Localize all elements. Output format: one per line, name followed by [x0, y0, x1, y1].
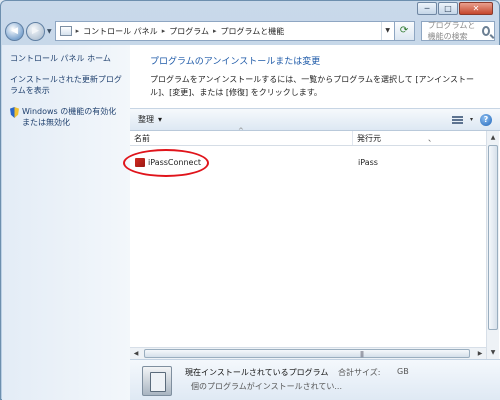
- address-bar[interactable]: ▸ コントロール パネル ▸ プログラム ▸ プログラムと機能 ▼: [54, 21, 395, 41]
- column-header-label: 発行元: [357, 134, 381, 143]
- view-options-icon[interactable]: [451, 115, 463, 124]
- breadcrumb-control-panel[interactable]: コントロール パネル: [83, 26, 158, 37]
- breadcrumb-separator-icon[interactable]: ▸: [162, 27, 166, 35]
- view-dropdown-icon[interactable]: ▾: [470, 116, 473, 123]
- highlight-annotation: [123, 149, 209, 177]
- window: ─ □ ✕ ◀ ▶ ▼ ▸ コントロール パネル ▸ プログラム ▸ プログラム…: [0, 0, 500, 400]
- chevron-down-icon: ▾: [158, 115, 163, 124]
- breadcrumb-separator-icon[interactable]: ▸: [76, 27, 80, 35]
- scroll-down-icon[interactable]: ▼: [487, 346, 499, 359]
- help-icon[interactable]: ?: [480, 113, 492, 126]
- command-bar: 整理 ▾ ▾ ?: [130, 108, 500, 131]
- breadcrumb-programs-and-features[interactable]: プログラムと機能: [220, 26, 284, 37]
- column-header-label: 名前: [134, 134, 150, 143]
- installer-icon: [142, 366, 172, 396]
- breadcrumb-separator-icon[interactable]: ▸: [213, 27, 217, 35]
- sidebar-item-label[interactable]: Windows の機能の有効化または無効化: [22, 106, 124, 128]
- control-panel-icon: [59, 26, 72, 36]
- forward-arrow-icon: ▶: [32, 26, 39, 36]
- scroll-up-icon[interactable]: ▲: [487, 131, 499, 144]
- horizontal-scrollbar[interactable]: ◀ ||| ▶: [130, 347, 486, 359]
- refresh-icon: ⟳: [399, 25, 409, 36]
- main-content: プログラムのアンインストールまたは変更 プログラムをアンインストールするには、一…: [123, 45, 500, 400]
- details-pane: 現在インストールされているプログラム 合計サイズ: GB 個のプログラムがインス…: [130, 359, 500, 400]
- refresh-button[interactable]: ⟳: [394, 21, 415, 41]
- details-program-count: 個のプログラムがインストールされてい...: [191, 382, 342, 391]
- sidebar-item-windows-features[interactable]: Windows の機能の有効化または無効化: [10, 106, 124, 138]
- search-icon[interactable]: [482, 26, 490, 36]
- details-title: 現在インストールされているプログラム: [185, 368, 329, 377]
- list-header: ^ 名前 発行元 、: [130, 127, 486, 146]
- details-size-label: 合計サイズ:: [338, 368, 381, 377]
- navigation-bar: ◀ ▶ ▼ ▸ コントロール パネル ▸ プログラム ▸ プログラムと機能 ▼ …: [5, 18, 495, 44]
- scroll-left-icon[interactable]: ◀: [130, 348, 142, 359]
- column-header-publisher[interactable]: 発行元 、: [353, 131, 486, 145]
- sidebar-item-control-panel-home[interactable]: コントロール パネル ホーム: [10, 53, 124, 64]
- window-controls: ─ □ ✕: [417, 2, 493, 15]
- maximize-button[interactable]: □: [438, 2, 458, 15]
- page-description: プログラムをアンインストールするには、一覧からプログラムを選択して [アンインス…: [150, 75, 474, 97]
- horizontal-scroll-thumb[interactable]: |||: [144, 349, 470, 358]
- sidebar: コントロール パネル ホーム インストールされた更新プログラムを表示 Windo…: [2, 45, 130, 400]
- details-size-unit: GB: [397, 367, 409, 376]
- address-dropdown-icon[interactable]: ▼: [380, 22, 394, 40]
- command-bar-right: ▾ ?: [451, 113, 492, 126]
- back-button[interactable]: ◀: [5, 21, 24, 41]
- forward-button[interactable]: ▶: [26, 21, 45, 41]
- column-tick: 、: [428, 134, 436, 143]
- vertical-scrollbar[interactable]: ▲ ▼: [486, 131, 499, 359]
- vertical-scroll-thumb[interactable]: [488, 145, 498, 330]
- minimize-button[interactable]: ─: [417, 2, 437, 15]
- page-title: プログラムのアンインストールまたは変更: [150, 57, 321, 67]
- breadcrumb-programs[interactable]: プログラム: [169, 26, 209, 37]
- sort-ascending-icon: ^: [238, 127, 244, 135]
- close-button[interactable]: ✕: [459, 2, 493, 15]
- organize-button[interactable]: 整理 ▾: [138, 114, 162, 125]
- search-input[interactable]: プログラムと機能の検索: [420, 21, 495, 41]
- program-publisher: iPass: [358, 158, 378, 167]
- back-arrow-icon: ◀: [11, 26, 18, 36]
- search-placeholder: プログラムと機能の検索: [427, 21, 476, 41]
- recent-pages-dropdown[interactable]: ▼: [47, 28, 52, 35]
- grip-icon: |||: [360, 351, 364, 358]
- shield-icon: [10, 107, 19, 118]
- column-header-name[interactable]: ^ 名前: [130, 127, 353, 145]
- sidebar-item-view-installed-updates[interactable]: インストールされた更新プログラムを表示: [10, 74, 124, 96]
- organize-label: 整理: [138, 115, 154, 124]
- scroll-right-icon[interactable]: ▶: [474, 348, 486, 359]
